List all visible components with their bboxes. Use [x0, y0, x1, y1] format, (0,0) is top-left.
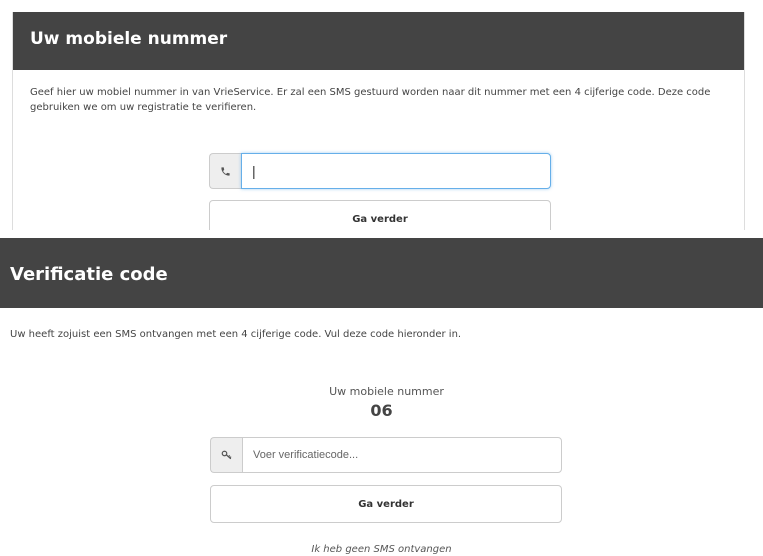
phone-input-group: |: [209, 153, 551, 189]
phone-icon: [209, 153, 241, 189]
code-input-group: [210, 437, 562, 473]
key-icon: [210, 437, 242, 473]
verify-panel-intro: Uw heeft zojuist een SMS ontvangen met e…: [10, 329, 462, 340]
mobile-panel-intro: Geef hier uw mobiel nummer in van VrieSe…: [30, 87, 711, 113]
mobile-number-panel: Uw mobiele nummer Geef hier uw mobiel nu…: [12, 12, 745, 230]
verification-panel: Verificatie code Uw heeft zojuist een SM…: [0, 238, 763, 556]
no-sms-link[interactable]: Ik heb geen SMS ontvangen: [0, 544, 763, 555]
phone-input[interactable]: |: [241, 153, 551, 189]
mobile-number-label: Uw mobiele nummer: [329, 385, 444, 398]
mobile-number-value: 06: [370, 401, 393, 420]
mobile-continue-button[interactable]: Ga verder: [209, 200, 551, 230]
text-cursor: |: [252, 163, 256, 179]
verify-continue-button[interactable]: Ga verder: [210, 485, 562, 523]
verification-code-input[interactable]: [242, 437, 562, 473]
mobile-panel-title: Uw mobiele nummer: [13, 12, 744, 70]
verify-panel-title: Verificatie code: [0, 238, 763, 308]
